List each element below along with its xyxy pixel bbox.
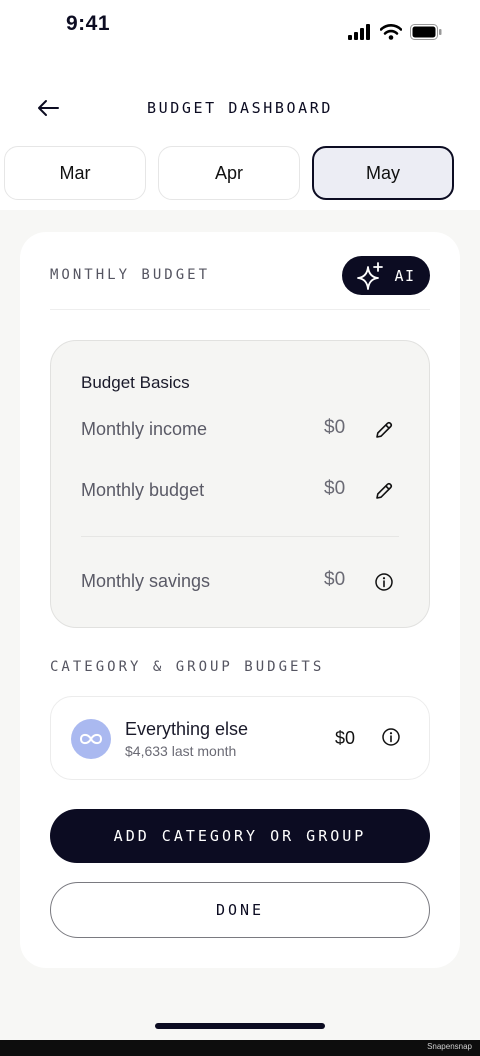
group-last-month: $4,633 last month <box>125 743 237 759</box>
monthly-savings-value: $0 <box>324 569 346 590</box>
tab-apr[interactable]: Apr <box>158 146 300 200</box>
pencil-icon[interactable] <box>373 419 395 441</box>
divider <box>81 536 399 537</box>
tab-mar[interactable]: Mar <box>4 146 146 200</box>
status-icons <box>348 24 442 40</box>
monthly-income-row: Monthly income $0 <box>81 415 411 445</box>
month-tabs: Mar Apr May <box>4 146 476 202</box>
infinity-icon <box>79 733 103 745</box>
budget-card: MONTHLY BUDGET AI Budget Basics Monthly … <box>20 232 460 968</box>
info-icon[interactable] <box>380 726 402 748</box>
home-indicator[interactable] <box>155 1023 325 1029</box>
monthly-income-value: $0 <box>324 417 346 438</box>
monthly-budget-value: $0 <box>324 478 346 499</box>
divider <box>50 309 430 310</box>
budget-basics-panel: Budget Basics Monthly income $0 Monthly … <box>50 340 430 628</box>
wifi-icon <box>380 24 402 40</box>
tab-may[interactable]: May <box>312 146 454 200</box>
sparkle-icon <box>357 261 384 290</box>
watermark: Snapensnap <box>427 1042 472 1051</box>
pencil-icon[interactable] <box>373 480 395 502</box>
category-budgets-heading: CATEGORY & GROUP BUDGETS <box>50 659 325 675</box>
ai-button-label: AI <box>394 266 416 285</box>
add-category-button[interactable]: ADD CATEGORY OR GROUP <box>50 809 430 863</box>
budget-basics-title: Budget Basics <box>81 373 190 392</box>
page-title: BUDGET DASHBOARD <box>146 99 334 117</box>
monthly-budget-heading: MONTHLY BUDGET <box>50 267 211 283</box>
battery-icon <box>410 24 442 40</box>
monthly-budget-label: Monthly budget <box>81 480 205 500</box>
info-icon[interactable] <box>373 571 395 593</box>
monthly-budget-row: Monthly budget $0 <box>81 476 411 506</box>
ai-button[interactable]: AI <box>342 256 430 295</box>
top-header-area: 9:41 BUDGET DASHBOARD Mar Apr May <box>0 0 480 210</box>
group-item-everything-else[interactable]: Everything else $4,633 last month $0 <box>50 696 430 780</box>
group-value: $0 <box>335 728 356 748</box>
avatar <box>71 719 111 759</box>
status-time: 9:41 <box>66 12 111 35</box>
done-button[interactable]: DONE <box>50 882 430 938</box>
monthly-savings-label: Monthly savings <box>81 571 211 591</box>
monthly-savings-row: Monthly savings $0 <box>81 567 411 597</box>
monthly-income-label: Monthly income <box>81 419 208 439</box>
cellular-signal-icon <box>348 24 370 40</box>
footer-bar: Snapensnap <box>0 1040 480 1056</box>
group-name: Everything else <box>125 719 249 739</box>
